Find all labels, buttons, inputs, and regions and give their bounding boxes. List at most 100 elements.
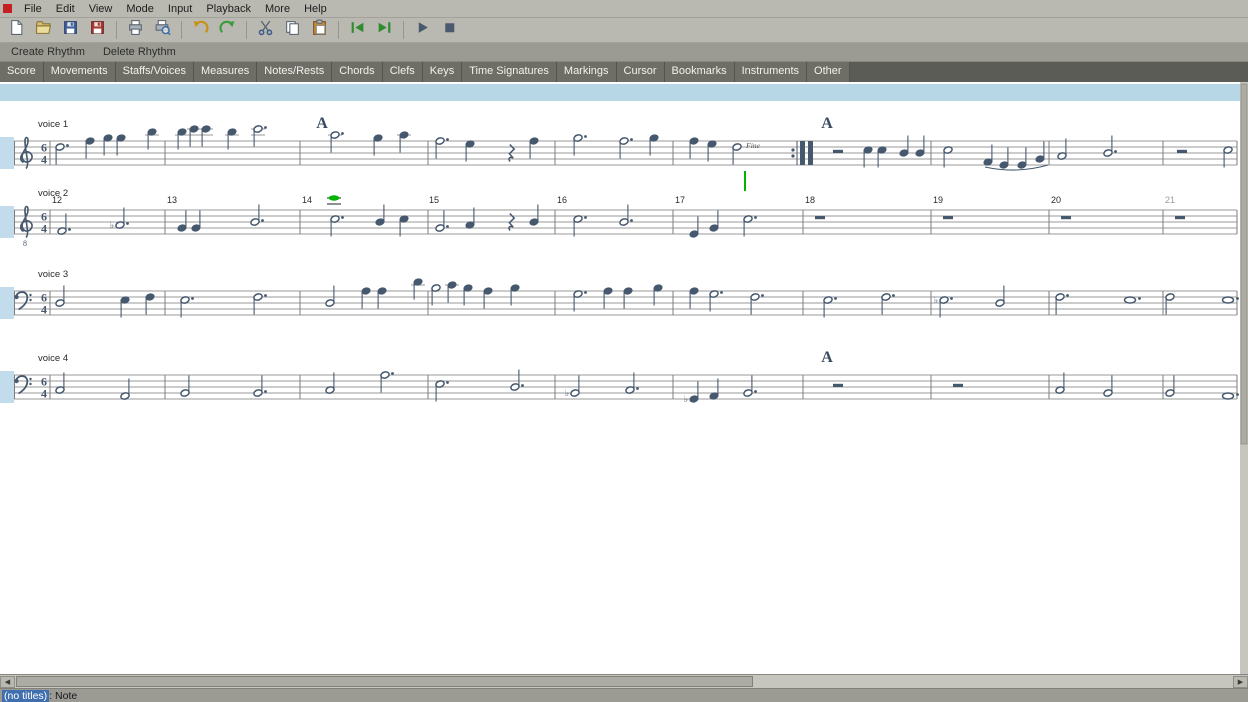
note[interactable] xyxy=(373,134,383,156)
note[interactable] xyxy=(689,217,699,239)
note[interactable] xyxy=(899,136,909,158)
menu-more[interactable]: More xyxy=(258,1,297,17)
toolbar-button-go-last[interactable] xyxy=(372,18,397,42)
note[interactable] xyxy=(625,373,639,395)
command-cursor[interactable]: Cursor xyxy=(617,62,665,82)
note[interactable] xyxy=(411,278,425,300)
note[interactable] xyxy=(253,293,267,315)
staff-voice-4[interactable]: voice 464A♭♭ xyxy=(0,349,1239,405)
note[interactable] xyxy=(1103,136,1117,158)
note[interactable] xyxy=(863,146,873,168)
note[interactable] xyxy=(375,205,385,227)
note[interactable] xyxy=(1017,148,1027,170)
button-delete-rhythm[interactable]: Delete Rhythm xyxy=(94,44,185,60)
menu-playback[interactable]: Playback xyxy=(199,1,258,17)
toolbar-button-go-first[interactable] xyxy=(345,18,370,42)
note[interactable] xyxy=(191,211,201,233)
menu-view[interactable]: View xyxy=(82,1,120,17)
command-measures[interactable]: Measures xyxy=(194,62,257,82)
rest[interactable] xyxy=(943,216,953,219)
note[interactable] xyxy=(1223,393,1239,399)
note[interactable] xyxy=(431,284,441,306)
note[interactable] xyxy=(573,215,587,237)
scroll-right-button[interactable]: ▶ xyxy=(1233,676,1248,688)
note[interactable] xyxy=(995,286,1005,308)
toolbar-button-save-as[interactable] xyxy=(85,18,110,42)
command-notes-rests[interactable]: Notes/Rests xyxy=(257,62,332,82)
note[interactable] xyxy=(199,125,213,147)
command-clefs[interactable]: Clefs xyxy=(383,62,423,82)
score-canvas[interactable]: voice 164AAFinevoice 2864121314151617181… xyxy=(0,82,1248,674)
staff-panel[interactable] xyxy=(0,287,14,319)
scroll-left-button[interactable]: ◀ xyxy=(0,676,15,688)
score-svg[interactable]: voice 164AAFinevoice 2864121314151617181… xyxy=(0,82,1248,674)
note[interactable] xyxy=(435,380,449,402)
note[interactable] xyxy=(177,211,187,233)
note[interactable] xyxy=(377,287,387,309)
note[interactable] xyxy=(180,376,190,398)
note[interactable] xyxy=(707,140,717,162)
note[interactable] xyxy=(510,370,524,392)
note[interactable] xyxy=(145,293,155,315)
note[interactable] xyxy=(85,137,95,159)
note[interactable] xyxy=(251,125,267,147)
note[interactable] xyxy=(1165,293,1175,315)
note[interactable] xyxy=(463,284,473,306)
note[interactable] xyxy=(1223,297,1239,303)
rest[interactable] xyxy=(833,150,843,153)
command-score[interactable]: Score xyxy=(0,62,44,82)
note[interactable] xyxy=(55,143,69,165)
note[interactable] xyxy=(877,146,887,168)
note[interactable] xyxy=(619,137,633,159)
note[interactable] xyxy=(1035,142,1045,164)
staff-panel[interactable] xyxy=(0,137,14,169)
note[interactable] xyxy=(1223,146,1233,168)
toolbar-button-print-preview[interactable] xyxy=(150,18,175,42)
toolbar-button-print[interactable] xyxy=(123,18,148,42)
note[interactable] xyxy=(529,205,539,227)
note[interactable]: ♭ xyxy=(110,208,129,232)
command-instruments[interactable]: Instruments xyxy=(735,62,807,82)
note[interactable] xyxy=(180,296,194,318)
note[interactable] xyxy=(435,137,449,159)
note[interactable] xyxy=(743,376,757,398)
note[interactable] xyxy=(103,134,113,156)
note[interactable] xyxy=(250,205,264,227)
toolbar-button-paste[interactable] xyxy=(307,18,332,42)
command-movements[interactable]: Movements xyxy=(44,62,116,82)
note[interactable] xyxy=(435,211,449,233)
command-staffs-voices[interactable]: Staffs/Voices xyxy=(116,62,194,82)
toolbar-button-new[interactable] xyxy=(4,18,29,42)
toolbar-button-open[interactable] xyxy=(31,18,56,42)
toolbar-button-undo[interactable] xyxy=(188,18,213,42)
rest[interactable] xyxy=(1177,150,1187,153)
note[interactable] xyxy=(623,287,633,309)
command-time-signatures[interactable]: Time Signatures xyxy=(462,62,557,82)
note[interactable] xyxy=(619,205,633,227)
note[interactable] xyxy=(529,137,539,159)
rest[interactable] xyxy=(815,216,825,219)
menu-file[interactable]: File xyxy=(17,1,49,17)
note[interactable] xyxy=(1055,373,1065,395)
toolbar-button-stop[interactable] xyxy=(437,18,462,42)
staff-voice-2[interactable]: voice 286412131415161718192021♭ xyxy=(0,188,1237,248)
note[interactable] xyxy=(253,376,267,398)
note[interactable] xyxy=(881,293,895,315)
note[interactable] xyxy=(603,287,613,309)
command-markings[interactable]: Markings xyxy=(557,62,617,82)
note[interactable] xyxy=(225,128,239,150)
vertical-scroll-thumb[interactable] xyxy=(1241,84,1247,444)
rest[interactable] xyxy=(953,384,963,387)
note[interactable] xyxy=(709,211,719,233)
note[interactable] xyxy=(983,145,993,167)
note-cursor[interactable] xyxy=(327,195,341,204)
note[interactable] xyxy=(750,293,764,315)
note[interactable] xyxy=(510,284,520,306)
note[interactable] xyxy=(57,214,71,236)
note[interactable] xyxy=(689,287,699,309)
command-bookmarks[interactable]: Bookmarks xyxy=(665,62,735,82)
note[interactable] xyxy=(999,148,1009,170)
menu-input[interactable]: Input xyxy=(161,1,199,17)
note[interactable] xyxy=(483,287,493,309)
toolbar-button-cut[interactable] xyxy=(253,18,278,42)
